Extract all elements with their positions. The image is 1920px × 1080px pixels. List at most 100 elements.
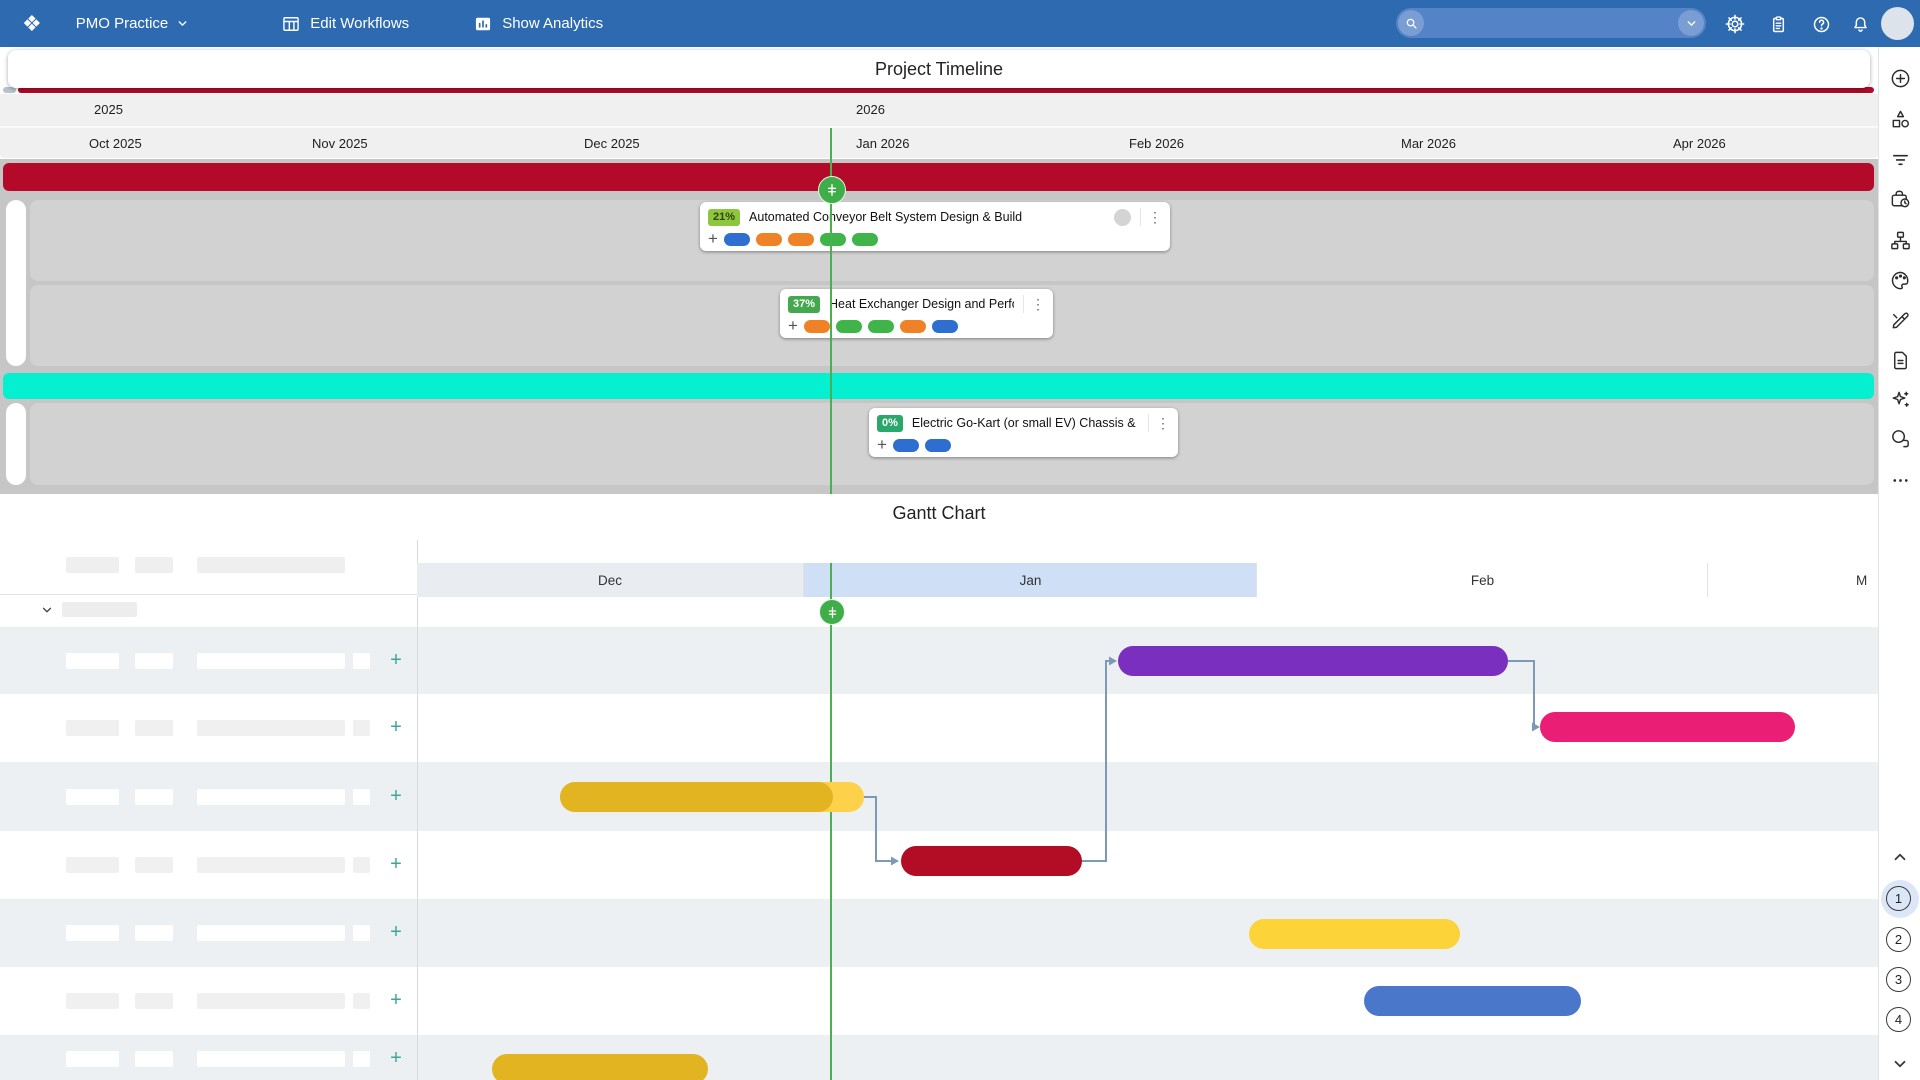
member-chip[interactable]: [788, 233, 814, 246]
task-bar-gold[interactable]: [560, 782, 864, 812]
card-menu-kebab-icon[interactable]: ⋮: [1023, 295, 1045, 313]
task-bar-darkred[interactable]: [901, 846, 1082, 876]
member-chip[interactable]: [868, 320, 894, 333]
task-field-placeholder: [353, 653, 370, 669]
hierarchy-icon[interactable]: [1888, 228, 1912, 252]
task-title: Electric Go-Kart (or small EV) Chassis &…: [912, 416, 1139, 430]
gantt-month-feb[interactable]: Feb: [1256, 563, 1708, 597]
lane-handle[interactable]: [6, 200, 26, 366]
timeline-title: Project Timeline: [875, 59, 1003, 80]
shapes-icon[interactable]: [1888, 107, 1912, 131]
add-task-button[interactable]: +: [386, 649, 406, 671]
task-field-placeholder: [197, 857, 345, 873]
task-field-placeholder: [66, 993, 119, 1009]
design-tools-icon[interactable]: [1888, 308, 1912, 332]
task-bar-gold-2[interactable]: [492, 1054, 708, 1080]
gantt-month-jan[interactable]: Jan: [803, 563, 1257, 597]
lasso-select-icon[interactable]: [1888, 426, 1912, 450]
task-field-placeholder: [66, 789, 119, 805]
more-options-icon[interactable]: [1888, 468, 1912, 492]
page-number: 4: [1895, 1012, 1902, 1027]
ai-sparkles-icon[interactable]: [1888, 387, 1912, 411]
task-field-placeholder: [66, 1051, 119, 1067]
show-analytics-label: Show Analytics: [502, 15, 603, 32]
member-chip[interactable]: [756, 233, 782, 246]
task-field-placeholder: [197, 993, 345, 1009]
edit-workflows-button[interactable]: Edit Workflows: [281, 14, 409, 34]
add-task-button[interactable]: +: [386, 853, 406, 875]
help-icon[interactable]: [1809, 12, 1833, 36]
page-button-1[interactable]: 1: [1886, 886, 1911, 911]
clipboard-icon[interactable]: [1766, 12, 1790, 36]
search-icon[interactable]: [1398, 10, 1424, 36]
user-avatar[interactable]: [1881, 7, 1914, 40]
task-field-placeholder: [353, 789, 370, 805]
workspace-switcher[interactable]: PMO Practice: [76, 15, 190, 32]
gantt-month-dec[interactable]: Dec: [417, 563, 803, 597]
theme-palette-icon[interactable]: [1888, 268, 1912, 292]
add-assignee-button[interactable]: +: [708, 232, 718, 246]
member-chip[interactable]: [893, 439, 919, 452]
task-field-placeholder: [135, 720, 173, 736]
member-chip[interactable]: [900, 320, 926, 333]
today-marker[interactable]: [818, 176, 846, 204]
member-chip[interactable]: [932, 320, 958, 333]
add-assignee-button[interactable]: +: [788, 319, 798, 333]
task-bar-blue[interactable]: [1364, 986, 1581, 1016]
global-search-input[interactable]: [1396, 8, 1706, 38]
progress-badge: 21%: [708, 209, 740, 226]
task-card[interactable]: 0% Electric Go-Kart (or small EV) Chassi…: [869, 408, 1178, 457]
lane-handle[interactable]: [6, 403, 26, 485]
task-field-placeholder: [353, 1051, 370, 1067]
member-chip[interactable]: [852, 233, 878, 246]
scroll-down-chevron-icon[interactable]: [1888, 1052, 1912, 1076]
today-marker[interactable]: [819, 599, 845, 625]
member-chip[interactable]: [925, 439, 951, 452]
page-number: 1: [1895, 891, 1902, 906]
search-options-chevron-icon[interactable]: [1678, 10, 1704, 36]
add-task-button[interactable]: +: [386, 785, 406, 807]
page-button-4[interactable]: 4: [1886, 1007, 1911, 1032]
collapse-chevron-icon[interactable]: [40, 603, 54, 617]
task-field-placeholder: [135, 653, 173, 669]
task-title: Automated Conveyor Belt System Design & …: [749, 210, 1105, 224]
task-card[interactable]: 37% Heat Exchanger Design and Performan.…: [780, 289, 1053, 338]
member-chip[interactable]: [820, 233, 846, 246]
group-name-placeholder: [62, 602, 137, 617]
app-logo-icon[interactable]: ❖: [22, 13, 42, 35]
task-bar-pink[interactable]: [1540, 712, 1795, 742]
add-circle-icon[interactable]: [1888, 66, 1912, 90]
member-chip[interactable]: [804, 320, 830, 333]
add-task-button[interactable]: +: [386, 1047, 406, 1069]
member-chip[interactable]: [836, 320, 862, 333]
gantt-group-row[interactable]: [40, 602, 137, 617]
task-bar-purple[interactable]: [1118, 646, 1508, 676]
task-field-placeholder: [135, 1051, 173, 1067]
column-header-placeholder: [135, 557, 173, 573]
document-icon[interactable]: [1888, 348, 1912, 372]
assignee-avatar[interactable]: [1114, 209, 1131, 226]
filter-icon[interactable]: [1888, 147, 1912, 171]
notifications-bell-icon[interactable]: [1848, 12, 1872, 36]
gantt-panel-divider[interactable]: [417, 540, 418, 1080]
member-chip[interactable]: [724, 233, 750, 246]
add-assignee-button[interactable]: +: [877, 438, 887, 452]
add-task-button[interactable]: +: [386, 716, 406, 738]
show-analytics-button[interactable]: Show Analytics: [473, 14, 603, 34]
add-task-button[interactable]: +: [386, 989, 406, 1011]
card-menu-kebab-icon[interactable]: ⋮: [1148, 414, 1170, 432]
page-button-3[interactable]: 3: [1886, 967, 1911, 992]
scroll-up-chevron-icon[interactable]: [1888, 845, 1912, 869]
task-field-placeholder: [197, 925, 345, 941]
task-field-placeholder: [66, 653, 119, 669]
card-menu-kebab-icon[interactable]: ⋮: [1140, 208, 1162, 226]
crimson-project-bar[interactable]: [3, 163, 1874, 191]
add-task-button[interactable]: +: [386, 921, 406, 943]
workload-briefcase-clock-icon[interactable]: [1888, 187, 1912, 211]
task-field-placeholder: [135, 925, 173, 941]
settings-gear-icon[interactable]: [1723, 12, 1747, 36]
task-bar-yellow[interactable]: [1249, 919, 1460, 949]
cyan-project-bar[interactable]: [3, 373, 1874, 399]
task-card[interactable]: 21% Automated Conveyor Belt System Desig…: [700, 202, 1170, 251]
page-button-2[interactable]: 2: [1886, 927, 1911, 952]
